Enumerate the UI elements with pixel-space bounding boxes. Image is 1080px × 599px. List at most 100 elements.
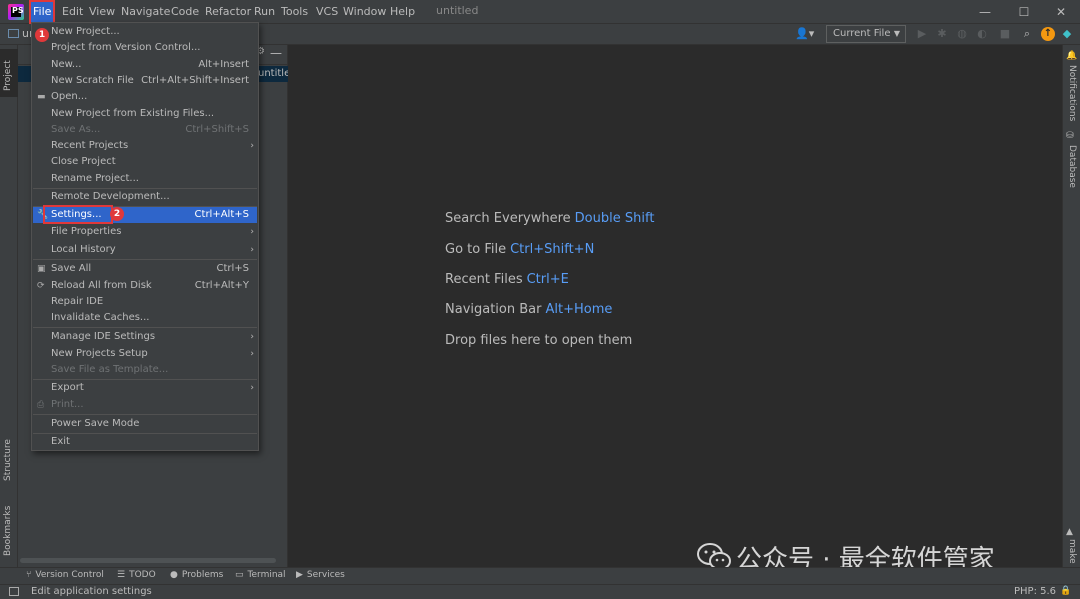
profile-icon[interactable]: ◐ bbox=[975, 27, 989, 41]
tool-tab-label: Terminal bbox=[247, 570, 286, 580]
menu-item-label: Remote Development... bbox=[51, 191, 170, 202]
tool-tab-label: TODO bbox=[129, 570, 156, 580]
menu-item-shortcut: Ctrl+Alt+S bbox=[194, 209, 249, 220]
menu-item-rename-project[interactable]: Rename Project... bbox=[33, 171, 257, 187]
menu-item-label: Save As... bbox=[51, 124, 101, 135]
submenu-arrow-icon: › bbox=[250, 141, 254, 151]
coverage-icon[interactable]: ◍ bbox=[955, 27, 969, 41]
tool-tab-project[interactable]: Project bbox=[0, 49, 18, 97]
run-icon[interactable]: ▶ bbox=[915, 27, 929, 41]
tool-tab-version-control[interactable]: ⑂ Version Control bbox=[26, 570, 104, 580]
menu-item-project-from-vcs[interactable]: Project from Version Control... bbox=[33, 40, 257, 56]
menu-item-save-file-as-template[interactable]: Save File as Template... bbox=[33, 362, 257, 378]
menu-item-exit[interactable]: Exit bbox=[33, 434, 257, 450]
menu-item-open[interactable]: ▬ Open... bbox=[33, 89, 257, 105]
menu-item-manage-ide-settings[interactable]: Manage IDE Settings › bbox=[33, 329, 257, 345]
menu-view[interactable]: View bbox=[87, 4, 117, 20]
hint-shortcut: Double Shift bbox=[574, 211, 655, 226]
tool-tab-make-label: make bbox=[1067, 539, 1077, 564]
menu-item-label: File Properties bbox=[51, 226, 122, 237]
save-icon: ▣ bbox=[37, 264, 46, 274]
user-icon[interactable]: 👤▾ bbox=[795, 27, 814, 40]
hint-go-to-file: Go to File Ctrl+Shift+N bbox=[445, 242, 594, 257]
tool-tab-problems[interactable]: ● Problems bbox=[170, 570, 223, 580]
tool-tab-label: Problems bbox=[181, 570, 224, 580]
menu-item-label: New Scratch File bbox=[51, 75, 134, 86]
menu-item-label: Open... bbox=[51, 91, 88, 102]
tool-tab-todo[interactable]: ☰ TODO bbox=[117, 570, 156, 580]
run-configuration-label: Current File bbox=[833, 28, 891, 39]
menu-tools[interactable]: Tools bbox=[279, 4, 310, 20]
menu-item-label: New Projects Setup bbox=[51, 348, 148, 359]
menu-refactor[interactable]: Refactor bbox=[203, 4, 253, 20]
layout-toggle-icon[interactable] bbox=[9, 587, 19, 596]
menu-item-print[interactable]: ⎙ Print... bbox=[33, 397, 257, 413]
debug-icon[interactable]: ✱ bbox=[935, 27, 949, 41]
menu-item-remote-development[interactable]: Remote Development... bbox=[33, 189, 257, 205]
menu-item-close-project[interactable]: Close Project bbox=[33, 154, 257, 170]
menu-item-file-properties[interactable]: File Properties › bbox=[33, 224, 257, 240]
tool-tab-structure[interactable]: Structure bbox=[0, 435, 18, 485]
menu-item-shortcut: Ctrl+Shift+S bbox=[185, 124, 249, 135]
printer-icon: ⎙ bbox=[37, 400, 45, 410]
menu-run[interactable]: Run bbox=[252, 4, 277, 20]
run-configuration-select[interactable]: Current File ▼ bbox=[826, 25, 906, 43]
tool-tab-notifications[interactable]: 🔔 Notifications bbox=[1066, 51, 1080, 121]
menu-item-power-save-mode[interactable]: Power Save Mode bbox=[33, 416, 257, 432]
menu-window[interactable]: Window bbox=[341, 4, 388, 20]
menu-item-reload-all[interactable]: ⟳ Reload All from Disk Ctrl+Alt+Y bbox=[33, 278, 257, 294]
search-icon[interactable]: ⌕ bbox=[1020, 27, 1034, 41]
update-icon[interactable]: ↑ bbox=[1041, 27, 1055, 41]
tool-tab-bookmarks-label: Bookmarks bbox=[3, 505, 13, 556]
menu-item-local-history[interactable]: Local History › bbox=[33, 242, 257, 258]
hide-panel-icon[interactable]: — bbox=[270, 46, 282, 60]
info-icon: ● bbox=[170, 570, 178, 580]
menu-item-label: Reload All from Disk bbox=[51, 280, 152, 291]
menu-item-save-all[interactable]: ▣ Save All Ctrl+S bbox=[33, 261, 257, 277]
menu-item-new-scratch-file[interactable]: New Scratch File Ctrl+Alt+Shift+Insert bbox=[33, 73, 257, 89]
tool-tab-bookmarks[interactable]: Bookmarks bbox=[0, 500, 18, 560]
menu-edit[interactable]: Edit bbox=[60, 4, 85, 20]
tool-tab-label: Version Control bbox=[35, 570, 104, 580]
menu-item-new-projects-setup[interactable]: New Projects Setup › bbox=[33, 346, 257, 362]
menu-vcs[interactable]: VCS bbox=[314, 4, 340, 20]
lock-icon[interactable]: 🔒 bbox=[1060, 586, 1071, 596]
menu-item-export[interactable]: Export › bbox=[33, 380, 257, 396]
menu-item-label: Local History bbox=[51, 244, 116, 255]
menu-item-invalidate-caches[interactable]: Invalidate Caches... bbox=[33, 310, 257, 326]
plugin-icon[interactable]: ◆ bbox=[1060, 27, 1074, 41]
submenu-arrow-icon: › bbox=[250, 227, 254, 237]
phpstorm-logo-icon: PS bbox=[8, 4, 24, 20]
php-version-indicator[interactable]: PHP: 5.6 bbox=[1014, 586, 1056, 597]
menu-navigate[interactable]: Navigate bbox=[119, 4, 172, 20]
close-window-button[interactable]: ✕ bbox=[1053, 4, 1069, 20]
tool-tab-services[interactable]: ▶ Services bbox=[296, 570, 345, 580]
menu-item-shortcut: Ctrl+Alt+Shift+Insert bbox=[141, 75, 249, 86]
submenu-arrow-icon: › bbox=[250, 383, 254, 393]
tool-tab-database[interactable]: ⛁ Database bbox=[1066, 131, 1080, 191]
ide-window: PS File Edit View Navigate Code Refactor… bbox=[0, 0, 1080, 599]
horizontal-scrollbar[interactable] bbox=[20, 558, 276, 563]
menu-code[interactable]: Code bbox=[169, 4, 201, 20]
menu-separator bbox=[33, 259, 257, 260]
stop-icon[interactable]: ■ bbox=[998, 27, 1012, 41]
menu-help[interactable]: Help bbox=[388, 4, 417, 20]
tool-tab-make[interactable]: ▲ make bbox=[1066, 527, 1080, 564]
menu-item-recent-projects[interactable]: Recent Projects › bbox=[33, 138, 257, 154]
menu-item-new[interactable]: New... Alt+Insert bbox=[33, 57, 257, 73]
menu-item-new-project-existing[interactable]: New Project from Existing Files... bbox=[33, 106, 257, 122]
minimize-button[interactable]: — bbox=[977, 4, 993, 20]
menu-file[interactable]: File bbox=[28, 0, 56, 24]
menu-item-label: Invalidate Caches... bbox=[51, 312, 150, 323]
menu-item-save-as[interactable]: Save As... Ctrl+Shift+S bbox=[33, 122, 257, 138]
menu-item-repair-ide[interactable]: Repair IDE bbox=[33, 294, 257, 310]
terminal-icon: ▭ bbox=[235, 570, 244, 580]
menu-item-new-project[interactable]: New Project... bbox=[33, 24, 257, 40]
maximize-button[interactable]: ☐ bbox=[1016, 4, 1032, 20]
tool-tab-terminal[interactable]: ▭ Terminal bbox=[235, 570, 286, 580]
tool-tab-database-label: Database bbox=[1067, 145, 1077, 188]
hint-shortcut: Alt+Home bbox=[545, 302, 613, 317]
menu-separator bbox=[33, 414, 257, 415]
hint-text: Drop files here to open them bbox=[445, 333, 633, 348]
hint-recent-files: Recent Files Ctrl+E bbox=[445, 272, 569, 287]
